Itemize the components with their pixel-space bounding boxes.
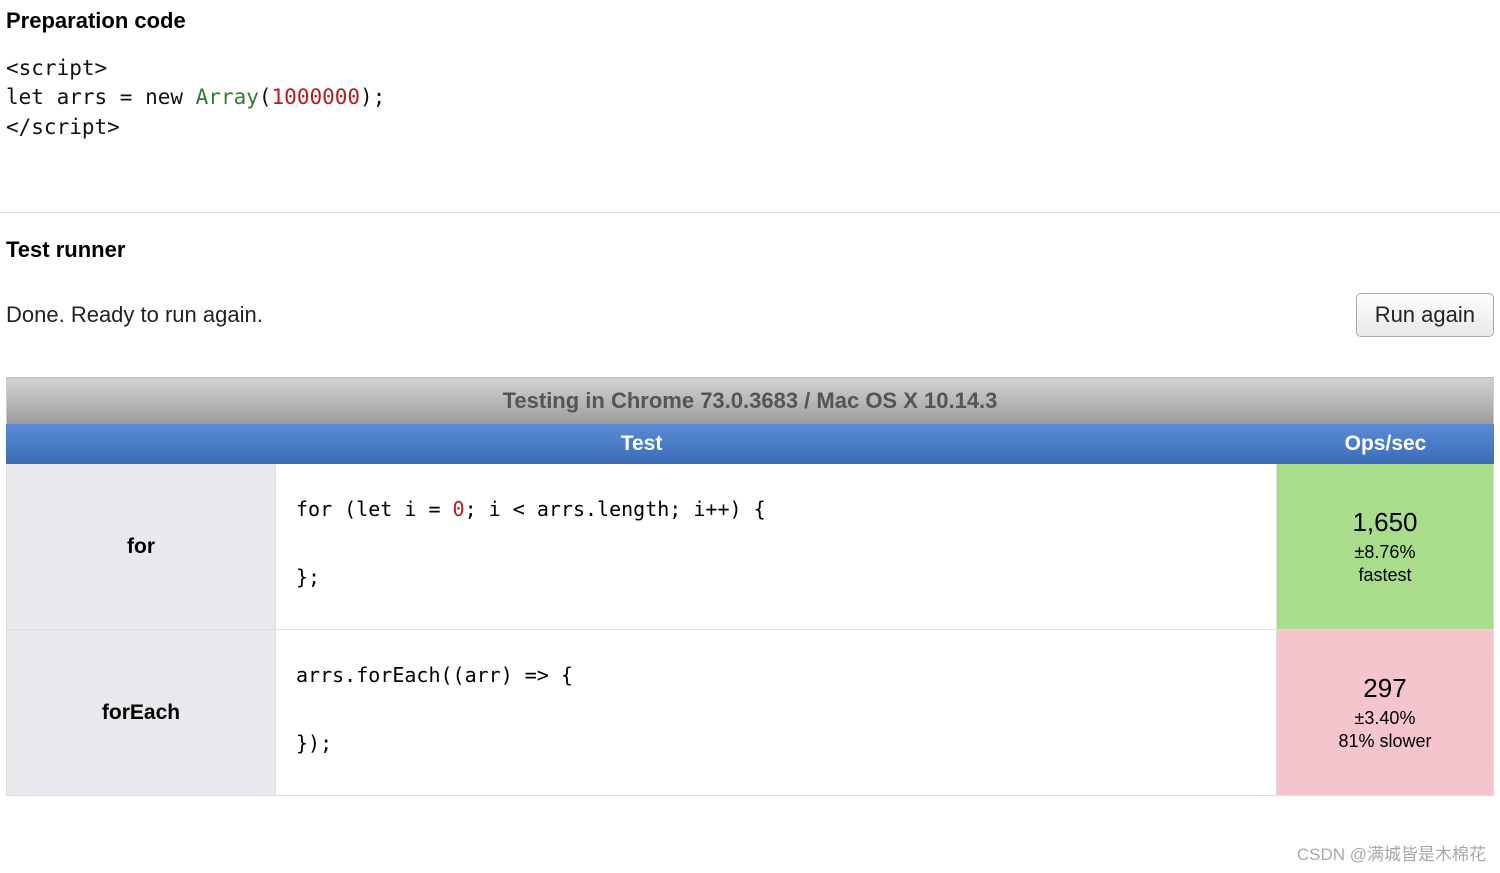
ops-margin: ±8.76% xyxy=(1355,542,1416,563)
code-text: for (let i = xyxy=(296,497,453,521)
ops-value: 297 xyxy=(1363,673,1406,704)
test-runner-title: Test runner xyxy=(6,237,1494,263)
results-table: Testing in Chrome 73.0.3683 / Mac OS X 1… xyxy=(6,377,1494,796)
ops-rank: 81% slower xyxy=(1338,731,1431,752)
ops-value: 1,650 xyxy=(1352,507,1417,538)
header-ops: Ops/sec xyxy=(1277,424,1494,464)
code-number: 1000000 xyxy=(272,85,361,109)
table-row: for for (let i = 0; i < arrs.length; i++… xyxy=(6,464,1494,630)
code-text: let arrs = xyxy=(6,85,145,109)
test-name-cell: forEach xyxy=(6,630,276,795)
preparation-code: <script> let arrs = new Array(1000000); … xyxy=(6,54,1494,142)
ops-cell-fastest: 1,650 ±8.76% fastest xyxy=(1277,464,1494,629)
table-row: forEach arrs.forEach((arr) => { }); 297 … xyxy=(6,630,1494,796)
status-text: Done. Ready to run again. xyxy=(6,302,263,328)
code-keyword-new: new xyxy=(145,85,196,109)
test-code-cell: for (let i = 0; i < arrs.length; i++) { … xyxy=(276,464,1277,629)
footer-credit: CSDN @满城皆是木棉花 xyxy=(1297,840,1486,865)
code-type: Array xyxy=(196,85,259,109)
preparation-title: Preparation code xyxy=(6,8,1494,34)
section-divider xyxy=(0,212,1500,213)
header-test: Test xyxy=(6,424,1277,464)
test-code-cell: arrs.forEach((arr) => { }); xyxy=(276,630,1277,795)
code-number: 0 xyxy=(453,497,465,521)
test-name-cell: for xyxy=(6,464,276,629)
code-text: <script> xyxy=(6,56,107,80)
code-text: ( xyxy=(259,85,272,109)
ops-margin: ±3.40% xyxy=(1355,708,1416,729)
run-again-button[interactable]: Run again xyxy=(1356,293,1494,337)
code-text: ipt> xyxy=(69,115,120,139)
code-text: ); xyxy=(360,85,385,109)
code-text: </scr xyxy=(6,115,69,139)
ops-cell-slower: 297 ±3.40% 81% slower xyxy=(1277,630,1494,795)
results-banner: Testing in Chrome 73.0.3683 / Mac OS X 1… xyxy=(6,377,1494,424)
table-header-row: Test Ops/sec xyxy=(6,424,1494,464)
ops-rank: fastest xyxy=(1358,565,1411,586)
